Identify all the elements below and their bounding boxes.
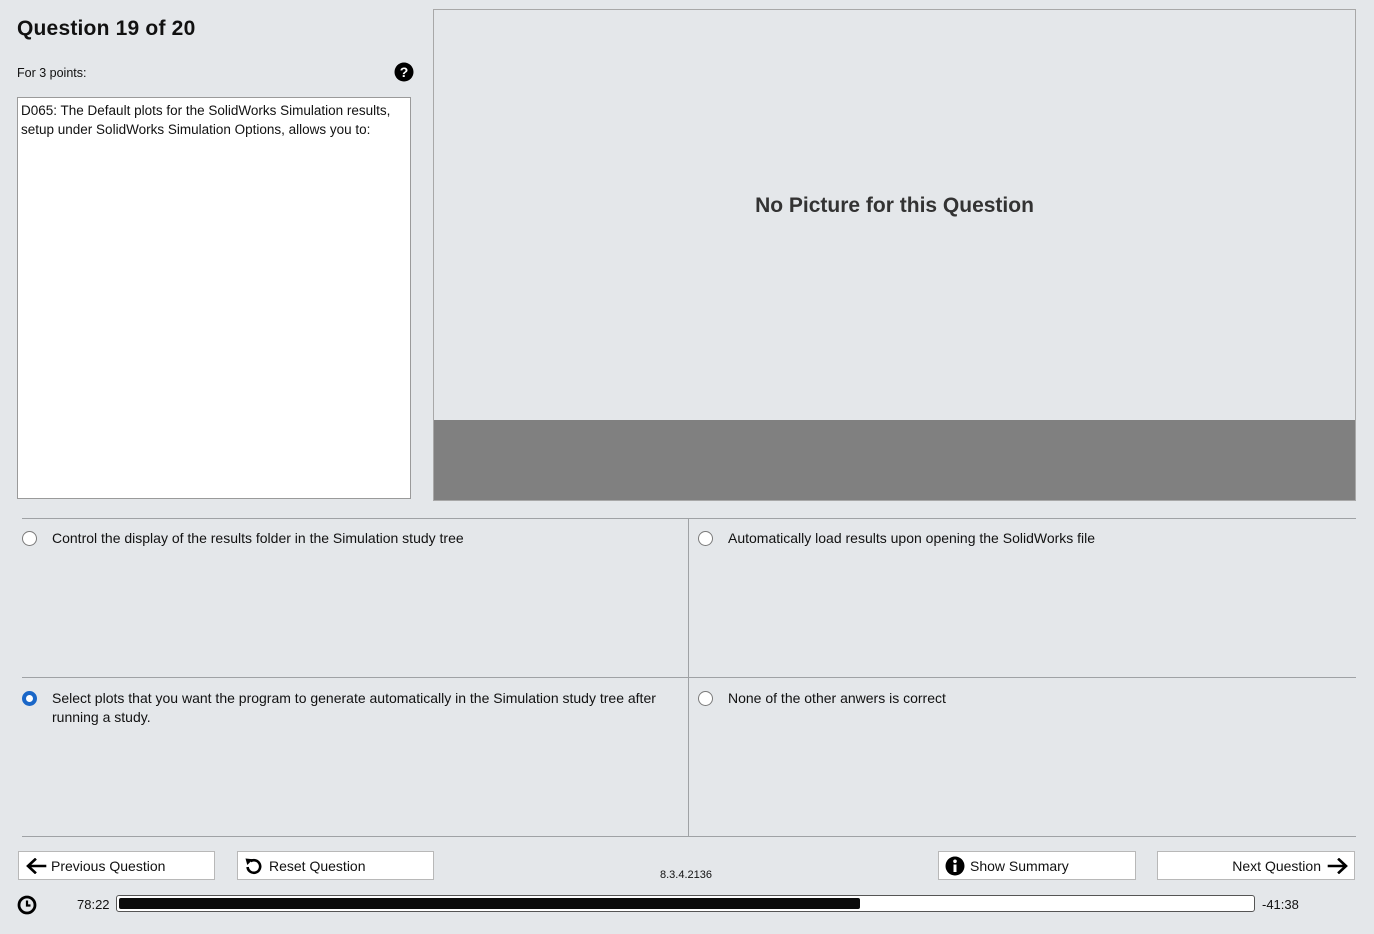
previous-question-label: Previous Question xyxy=(51,857,166,874)
show-summary-label: Show Summary xyxy=(970,857,1069,874)
time-progress-bar xyxy=(116,895,1255,912)
question-text: D065: The Default plots for the SolidWor… xyxy=(21,103,391,137)
question-text-box[interactable]: D065: The Default plots for the SolidWor… xyxy=(17,97,411,499)
picture-strip xyxy=(434,420,1355,500)
reset-question-button[interactable]: Reset Question xyxy=(237,851,434,880)
answer-radio-1[interactable] xyxy=(22,531,37,546)
reset-icon xyxy=(245,858,262,874)
answers-middle-divider xyxy=(22,677,1356,678)
show-summary-button[interactable]: Show Summary xyxy=(938,851,1136,880)
points-label: For 3 points: xyxy=(17,66,87,80)
question-title: Question 19 of 20 xyxy=(17,17,196,40)
answer-option-2[interactable]: Automatically load results upon opening … xyxy=(698,529,1358,669)
answer-option-1[interactable]: Control the display of the results folde… xyxy=(22,529,682,669)
remaining-time: -41:38 xyxy=(1262,897,1299,912)
reset-question-label: Reset Question xyxy=(269,857,366,874)
version-label: 8.3.4.2136 xyxy=(660,869,712,881)
no-picture-label: No Picture for this Question xyxy=(755,194,1034,217)
picture-panel: No Picture for this Question xyxy=(433,9,1356,501)
answer-option-3[interactable]: Select plots that you want the program t… xyxy=(22,689,682,829)
answer-option-4[interactable]: None of the other anwers is correct xyxy=(698,689,1358,829)
clock-icon xyxy=(17,895,37,915)
answers-top-divider xyxy=(22,518,1356,519)
answer-label-3: Select plots that you want the program t… xyxy=(52,690,656,725)
answer-label-1: Control the display of the results folde… xyxy=(52,530,464,546)
answer-radio-3[interactable] xyxy=(22,691,37,706)
answer-label-4: None of the other anwers is correct xyxy=(728,690,946,706)
time-progress-fill xyxy=(119,898,860,909)
answer-label-2: Automatically load results upon opening … xyxy=(728,530,1096,546)
previous-question-button[interactable]: Previous Question xyxy=(18,851,215,880)
elapsed-time: 78:22 xyxy=(77,897,110,912)
svg-text:?: ? xyxy=(400,64,409,80)
answer-radio-2[interactable] xyxy=(698,531,713,546)
info-icon xyxy=(945,856,965,875)
answers-bottom-divider xyxy=(22,836,1356,837)
arrow-left-icon xyxy=(26,857,47,874)
help-icon[interactable]: ? xyxy=(394,62,414,82)
next-question-button[interactable]: Next Question xyxy=(1157,851,1355,880)
answers-column-divider xyxy=(688,519,689,836)
arrow-right-icon xyxy=(1327,857,1348,874)
next-question-label: Next Question xyxy=(1232,857,1321,874)
answer-radio-4[interactable] xyxy=(698,691,713,706)
